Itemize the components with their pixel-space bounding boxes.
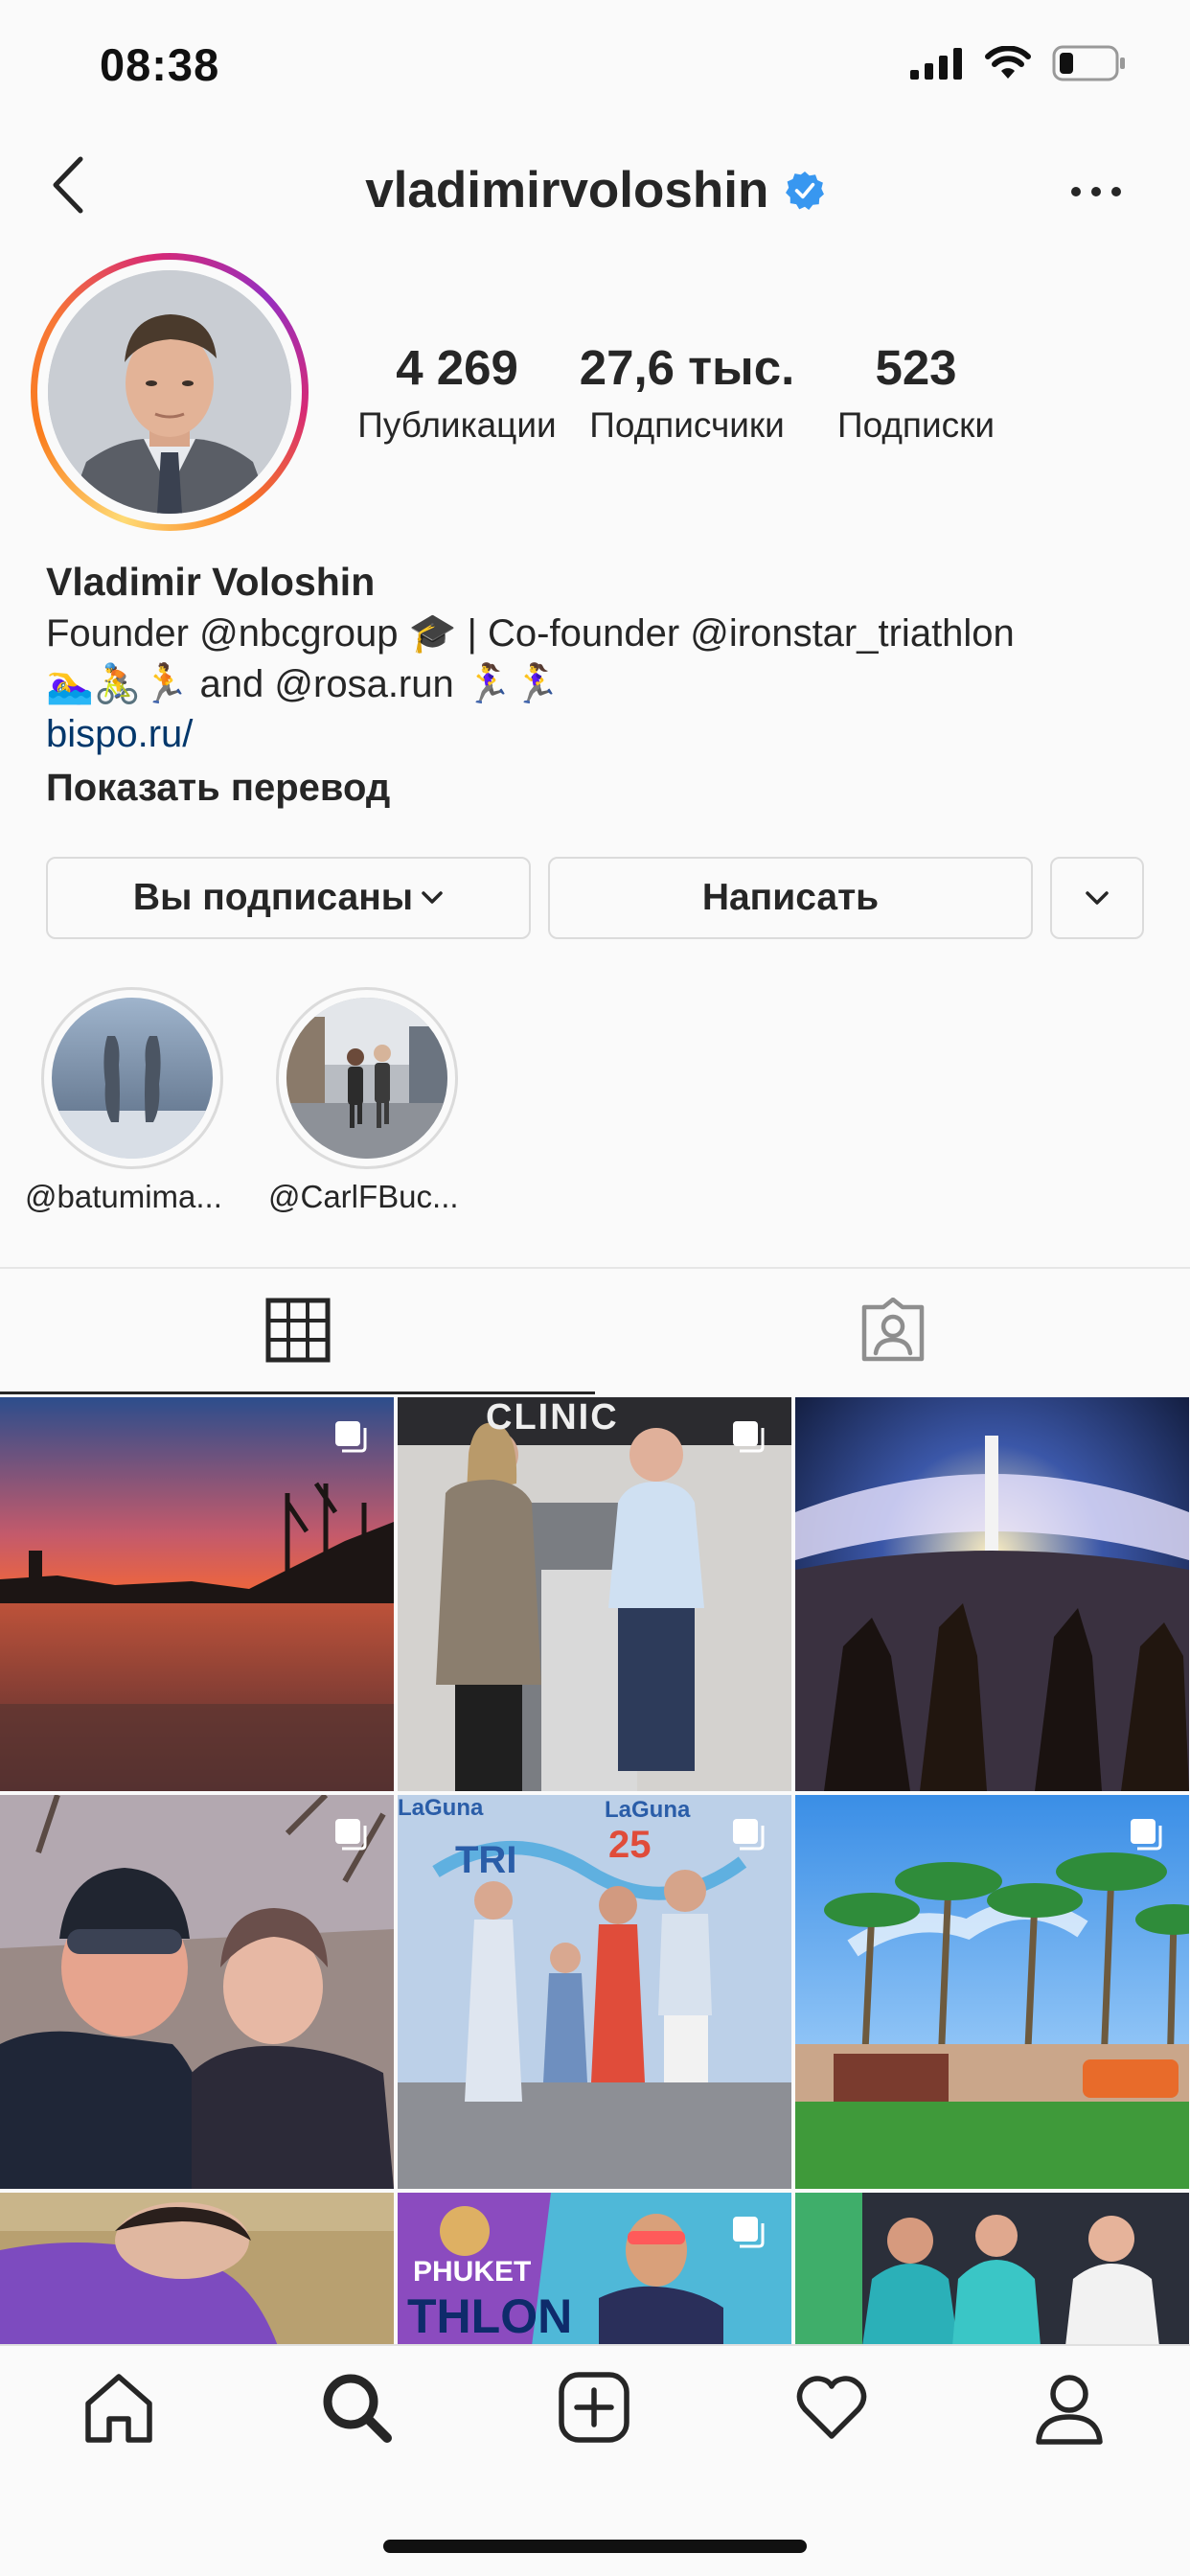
more-options-button[interactable] bbox=[1071, 172, 1121, 211]
bio-link[interactable]: bispo.ru/ bbox=[46, 713, 193, 756]
tab-posts-grid[interactable] bbox=[0, 1269, 595, 1392]
grid-post[interactable] bbox=[795, 2193, 1189, 2346]
stat-label: Подписчики bbox=[589, 405, 785, 445]
stat-label: Подписки bbox=[836, 405, 995, 445]
bio-emoji: 🏃‍♀️🏃‍♀️ bbox=[464, 663, 561, 705]
grid-post[interactable] bbox=[795, 1795, 1189, 2189]
grid-post[interactable]: LaGuna LaGuna TRI 25 bbox=[398, 1795, 791, 2189]
show-translation-link[interactable]: Показать перевод bbox=[46, 767, 390, 810]
post-image-race-finishers bbox=[795, 2193, 1189, 2346]
grid-post[interactable] bbox=[795, 1397, 1189, 1791]
search-icon bbox=[323, 2374, 392, 2443]
post-image-selfie bbox=[0, 1795, 394, 2189]
tagged-icon bbox=[861, 1298, 924, 1362]
stat-followers[interactable]: 27,6 тыс. Подписчики bbox=[579, 339, 795, 448]
multiple-photos-icon bbox=[335, 1421, 367, 1453]
stat-value: 523 bbox=[875, 340, 957, 395]
multiple-photos-icon bbox=[335, 1819, 367, 1851]
dot bbox=[1091, 187, 1101, 196]
highlight-cover-image bbox=[286, 998, 447, 1159]
dot bbox=[1111, 187, 1121, 196]
home-indicator bbox=[383, 2540, 807, 2553]
stat-value: 4 269 bbox=[396, 340, 518, 395]
post-image-clinic bbox=[398, 1397, 791, 1791]
nav-activity[interactable] bbox=[793, 2369, 870, 2446]
highlight-cover bbox=[52, 998, 213, 1159]
stat-value: 27,6 тыс. bbox=[579, 340, 795, 395]
activity-heart-icon bbox=[796, 2376, 867, 2439]
username: vladimirvoloshin bbox=[365, 162, 769, 218]
following-button[interactable]: Вы подписаны bbox=[46, 857, 531, 939]
battery-icon bbox=[1052, 45, 1125, 81]
avatar-story-ring[interactable] bbox=[31, 253, 309, 531]
suggested-accounts-button[interactable] bbox=[1050, 857, 1144, 939]
profile-icon bbox=[1036, 2375, 1103, 2445]
status-time: 08:38 bbox=[100, 39, 220, 90]
message-label: Написать bbox=[701, 877, 880, 918]
nav-profile[interactable] bbox=[1031, 2369, 1108, 2446]
bio-line: Founder @nbcgroup 🎓 | Co-founder @ironst… bbox=[46, 612, 1015, 655]
post-text: TRI bbox=[455, 1839, 517, 1881]
grid-post[interactable] bbox=[0, 1795, 394, 2189]
stat-following[interactable]: 523 Подписки bbox=[811, 339, 1021, 448]
verified-badge-icon bbox=[785, 171, 824, 210]
nav-new-post[interactable] bbox=[556, 2369, 632, 2446]
highlight-ring bbox=[41, 987, 223, 1169]
stat-posts[interactable]: 4 269 Публикации bbox=[351, 339, 563, 448]
multiple-photos-icon bbox=[733, 1819, 765, 1851]
cellular-signal-icon bbox=[910, 48, 962, 80]
highlight-label: @batumima... bbox=[25, 1179, 222, 1214]
post-text: LaGuna bbox=[605, 1797, 691, 1823]
avatar bbox=[48, 270, 291, 514]
highlight-ring bbox=[276, 987, 458, 1169]
multiple-photos-icon bbox=[733, 1421, 765, 1453]
chevron-down-icon bbox=[422, 891, 443, 904]
post-image-purple-portrait bbox=[0, 2193, 394, 2346]
story-highlight[interactable]: @CarlFBuc... bbox=[268, 987, 459, 1214]
post-text: CLINIC bbox=[486, 1397, 619, 1438]
bio-text: and @rosa.run bbox=[199, 663, 454, 705]
bio-line: 🏊‍♀️🚴🏃 and @rosa.run 🏃‍♀️🏃‍♀️ bbox=[46, 661, 560, 706]
grid-post[interactable]: CLINIC bbox=[398, 1397, 791, 1791]
grid-post[interactable]: PHUKET THLON bbox=[398, 2193, 791, 2346]
highlight-cover-image bbox=[52, 998, 213, 1159]
multiple-photos-icon bbox=[733, 2217, 765, 2248]
stat-label: Публикации bbox=[357, 405, 557, 445]
active-tab-indicator bbox=[0, 1392, 595, 1394]
post-image-palace-square bbox=[795, 1397, 1189, 1791]
story-highlight[interactable]: @batumima... bbox=[25, 987, 223, 1214]
bio-emoji: 🏊‍♀️🚴🏃 bbox=[46, 663, 190, 705]
header-title: vladimirvoloshin bbox=[0, 161, 1190, 219]
nav-home[interactable] bbox=[80, 2369, 157, 2446]
home-icon bbox=[85, 2374, 152, 2443]
highlight-cover bbox=[286, 998, 447, 1159]
status-icons bbox=[910, 44, 1127, 82]
multiple-photos-icon bbox=[1131, 1819, 1162, 1851]
message-button[interactable]: Написать bbox=[548, 857, 1033, 939]
post-text: PHUKET bbox=[413, 2256, 532, 2288]
wifi-icon bbox=[985, 46, 1031, 79]
dot bbox=[1071, 187, 1081, 196]
new-post-icon bbox=[559, 2372, 629, 2443]
avatar-photo bbox=[48, 270, 291, 514]
grid-post[interactable] bbox=[0, 1397, 394, 1791]
following-label: Вы подписаны bbox=[132, 877, 414, 918]
grid-icon bbox=[265, 1298, 330, 1363]
full-name: Vladimir Voloshin bbox=[46, 560, 376, 604]
post-image-sunset bbox=[0, 1397, 394, 1791]
chevron-down-icon bbox=[1086, 891, 1109, 905]
grid-post[interactable] bbox=[0, 2193, 394, 2346]
post-image-palm-beach bbox=[795, 1795, 1189, 2189]
highlight-label: @CarlFBuc... bbox=[268, 1179, 459, 1214]
post-text: THLON bbox=[407, 2289, 573, 2343]
post-text: 25 bbox=[608, 1824, 652, 1866]
nav-search[interactable] bbox=[318, 2369, 395, 2446]
post-text: LaGuna bbox=[398, 1795, 484, 1821]
tab-tagged[interactable] bbox=[595, 1269, 1190, 1392]
